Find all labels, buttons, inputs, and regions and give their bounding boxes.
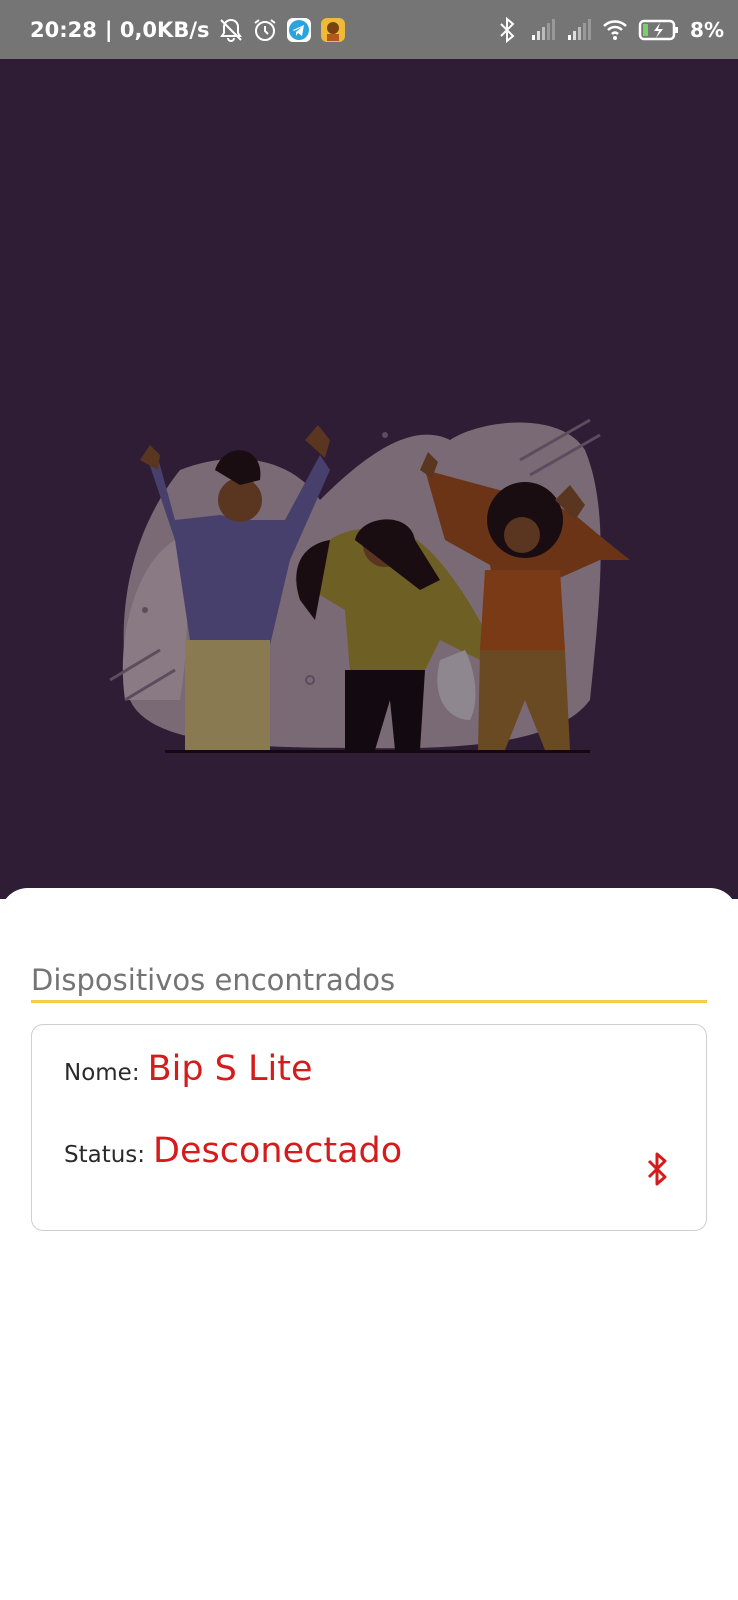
- app-avatar-icon: [320, 17, 345, 42]
- section-divider: [31, 1000, 707, 1003]
- battery-charging-icon: [638, 19, 679, 40]
- battery-percentage: 8%: [690, 17, 724, 42]
- celebrating-people-illustration: [109, 418, 630, 753]
- status-bar-left: 20:28 | 0,0KB/s: [30, 0, 346, 59]
- wifi-icon: [603, 19, 627, 40]
- status-label: Status:: [64, 1142, 146, 1168]
- name-label: Nome:: [64, 1060, 140, 1086]
- device-status-row: Status: Desconectado: [64, 1131, 402, 1171]
- device-name-value: Bip S Lite: [147, 1049, 313, 1089]
- muted-bell-icon: [219, 18, 242, 42]
- signal-icon: [532, 18, 556, 40]
- device-name-row: Nome: Bip S Lite: [64, 1049, 313, 1089]
- status-time: 20:28: [30, 17, 97, 42]
- alarm-icon: [253, 18, 276, 41]
- section-title: Dispositivos encontrados: [31, 963, 396, 997]
- bluetooth-icon[interactable]: [644, 1151, 670, 1187]
- telegram-icon: [286, 17, 311, 42]
- bluetooth-icon: [500, 16, 515, 43]
- signal-icon: [568, 18, 592, 40]
- status-bar-right: 8%: [494, 0, 724, 59]
- status-network-speed: | 0,0KB/s: [104, 17, 210, 42]
- device-status-value: Desconectado: [153, 1131, 403, 1171]
- status-bar: 20:28 | 0,0KB/s 8%: [0, 0, 738, 59]
- device-card[interactable]: Nome: Bip S Lite Status: Desconectado: [31, 1024, 707, 1231]
- hero-banner: [0, 59, 738, 899]
